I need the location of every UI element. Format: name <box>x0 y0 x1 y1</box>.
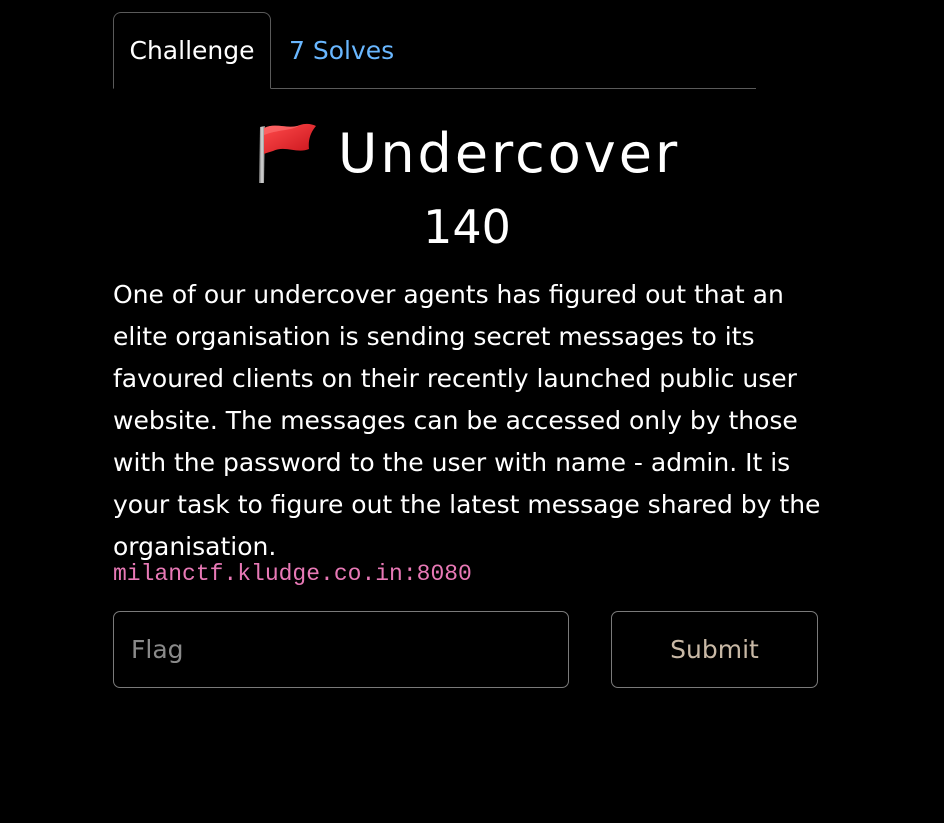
description-text: One of our undercover agents has figured… <box>113 280 821 561</box>
tab-challenge-label: Challenge <box>129 36 255 65</box>
challenge-modal: Challenge 7 Solves Undercover 140 One of… <box>0 0 944 823</box>
challenge-description: One of our undercover agents has figured… <box>113 274 833 568</box>
red-flag-icon <box>258 123 316 183</box>
challenge-title: Undercover <box>337 121 681 185</box>
challenge-points: 140 <box>423 200 511 254</box>
connection-info: milanctf.kludge.co.in:8080 <box>113 561 472 587</box>
challenge-header: Undercover <box>0 118 944 188</box>
challenge-tabs: Challenge 7 Solves <box>113 12 756 89</box>
flag-input[interactable] <box>113 611 569 688</box>
tab-challenge[interactable]: Challenge <box>113 12 271 89</box>
tab-solves-label: 7 Solves <box>289 36 395 65</box>
submit-button[interactable]: Submit <box>611 611 818 688</box>
tab-solves[interactable]: 7 Solves <box>289 12 394 89</box>
